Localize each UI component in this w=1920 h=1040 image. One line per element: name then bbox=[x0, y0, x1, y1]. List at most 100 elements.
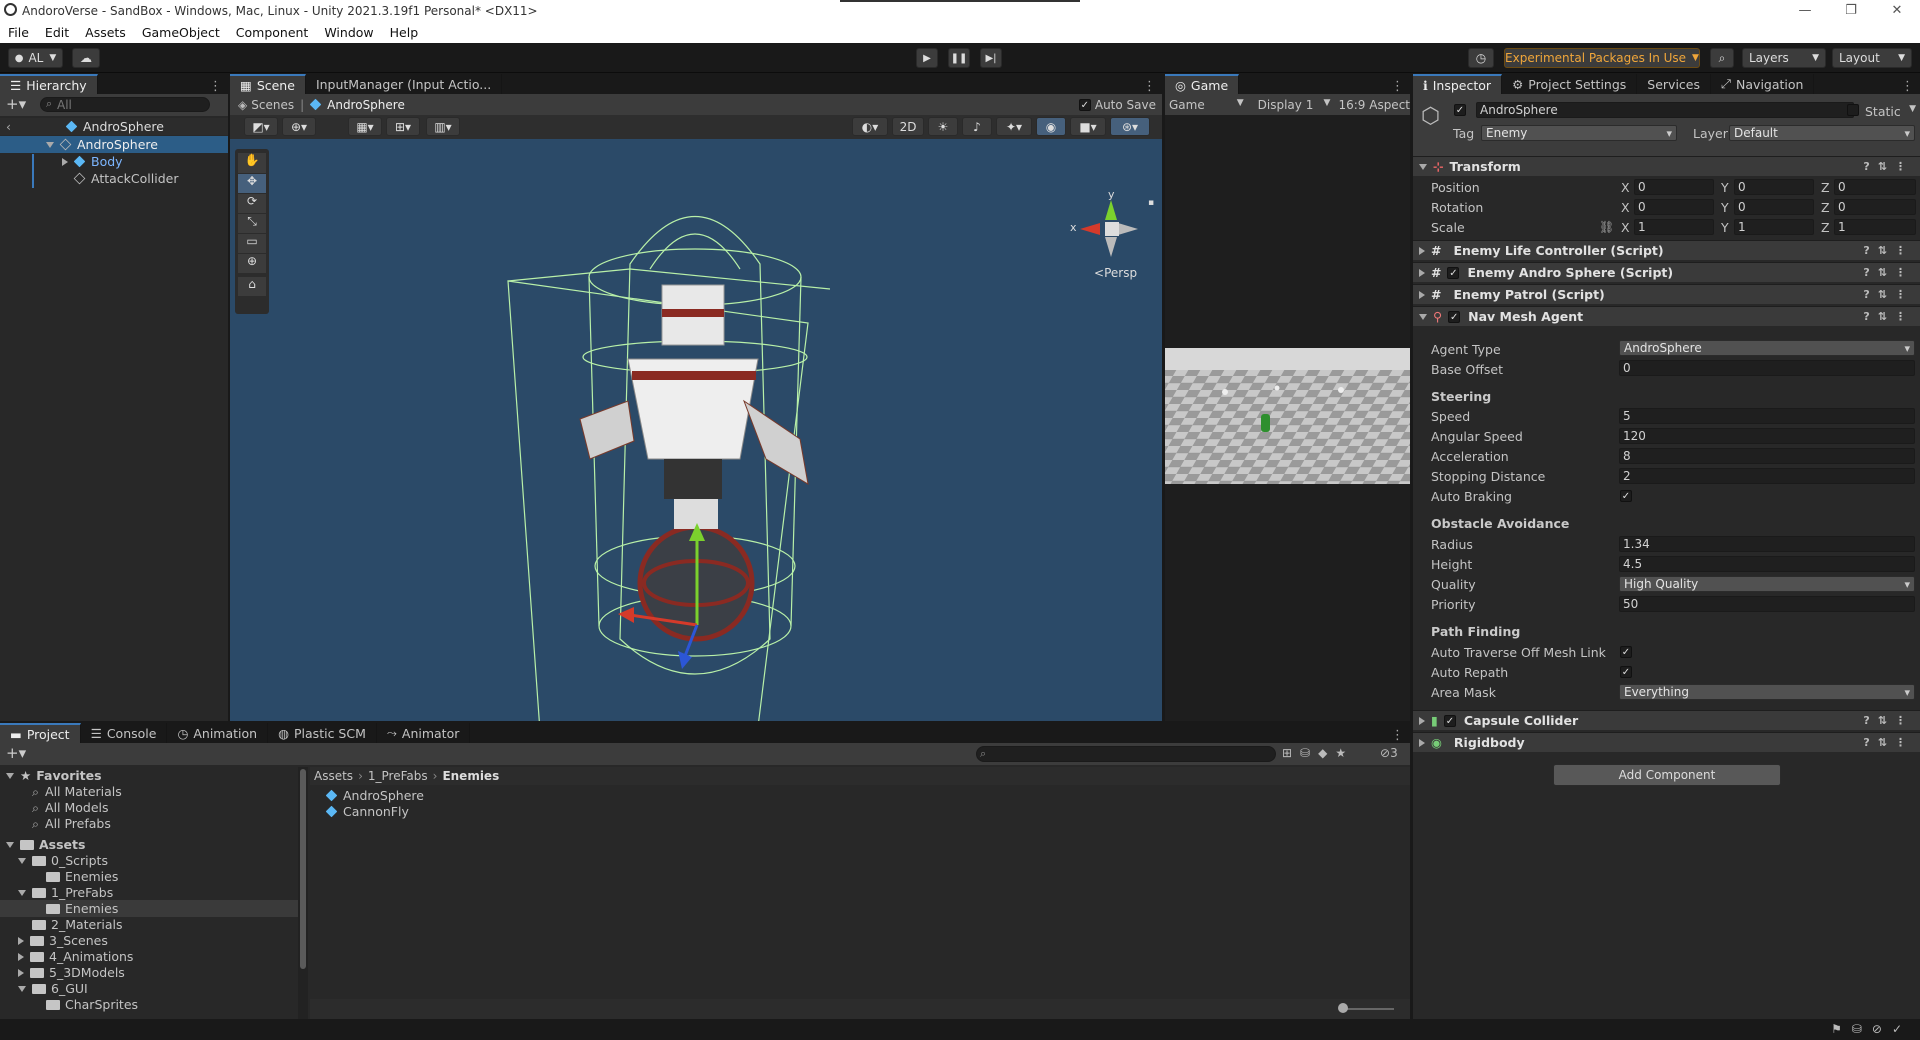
folder-3-scenes[interactable]: 3_Scenes bbox=[0, 932, 298, 949]
folder-4-animations[interactable]: 4_Animations bbox=[0, 948, 298, 965]
folder-scripts-enemies[interactable]: Enemies bbox=[0, 868, 298, 885]
history-button[interactable]: ◷ bbox=[1468, 48, 1494, 68]
effects-dropdown[interactable]: ✦▾ bbox=[996, 117, 1032, 136]
light-toggle[interactable]: ☀ bbox=[928, 117, 958, 136]
tree-scrollbar[interactable] bbox=[298, 767, 308, 1019]
layer-dropdown[interactable]: Default bbox=[1729, 125, 1915, 141]
draw-mode-dropdown[interactable]: ◩▾ bbox=[244, 117, 278, 136]
foldout-icon[interactable] bbox=[1419, 163, 1427, 170]
object-name-field[interactable]: AndroSphere bbox=[1476, 102, 1854, 118]
component-actions[interactable]: ?⇅⋮ bbox=[1863, 288, 1914, 301]
display-dropdown[interactable]: Display 1 ▼ bbox=[1258, 98, 1335, 112]
height-field[interactable]: 4.5 bbox=[1619, 556, 1915, 572]
foldout-icon[interactable] bbox=[1419, 738, 1425, 747]
component-actions[interactable]: ?⇅⋮ bbox=[1863, 160, 1914, 173]
hidden-packages-count[interactable]: ⊘3 bbox=[1380, 746, 1398, 760]
expand-arrow-icon[interactable] bbox=[18, 857, 26, 864]
component-actions[interactable]: ?⇅⋮ bbox=[1863, 736, 1914, 749]
cloud-button[interactable]: ☁ bbox=[72, 48, 100, 68]
create-asset-button[interactable]: +▾ bbox=[6, 744, 26, 762]
position-z-field[interactable]: 0 bbox=[1834, 179, 1916, 195]
tab-navigation[interactable]: ⤢ Navigation bbox=[1711, 74, 1815, 94]
persp-label[interactable]: <Persp bbox=[1094, 266, 1137, 280]
project-search-input[interactable]: ⌕ bbox=[976, 746, 1276, 762]
expand-arrow-icon[interactable] bbox=[46, 141, 54, 148]
tab-console[interactable]: ☰ Console bbox=[81, 723, 168, 743]
tab-hierarchy[interactable]: ☰ Hierarchy bbox=[0, 74, 98, 94]
tag-dropdown[interactable]: Enemy bbox=[1481, 125, 1677, 141]
hidden-toggle[interactable]: ◉ bbox=[1036, 117, 1066, 136]
pause-button[interactable]: ❚❚ bbox=[948, 48, 970, 68]
gizmos-dropdown[interactable]: ⊛▾ bbox=[1110, 117, 1150, 136]
asset-cannonfly[interactable]: CannonFly bbox=[325, 803, 526, 820]
auto-save-toggle[interactable]: ✓ Auto Save bbox=[1078, 98, 1156, 112]
close-button[interactable]: ✕ bbox=[1874, 0, 1920, 21]
tab-project-settings[interactable]: ⚙ Project Settings bbox=[1502, 74, 1638, 94]
breadcrumb-scenes[interactable]: Scenes bbox=[251, 98, 294, 112]
position-x-field[interactable]: 0 bbox=[1634, 179, 1714, 195]
tab-animation[interactable]: ◷ Animation bbox=[167, 723, 269, 743]
icon-size-slider-handle[interactable] bbox=[1338, 1003, 1348, 1013]
folder-0-scripts[interactable]: 0_Scripts bbox=[0, 852, 298, 869]
menu-gameobject[interactable]: GameObject bbox=[134, 25, 228, 40]
hierarchy-menu-icon[interactable]: ⋮ bbox=[209, 79, 222, 94]
add-component-button[interactable]: Add Component bbox=[1553, 764, 1781, 786]
expand-arrow-icon[interactable] bbox=[18, 985, 26, 992]
breadcrumb-prefab[interactable]: AndroSphere bbox=[327, 98, 405, 112]
speed-field[interactable]: 5 bbox=[1619, 408, 1915, 424]
collapse-arrow-icon[interactable] bbox=[62, 157, 68, 166]
folder-charsprites[interactable]: CharSprites bbox=[0, 996, 298, 1013]
play-button[interactable]: ▶ bbox=[916, 48, 938, 68]
stopping-distance-field[interactable]: 2 bbox=[1619, 468, 1915, 484]
component-actions[interactable]: ?⇅⋮ bbox=[1863, 310, 1914, 323]
expand-arrow-icon[interactable] bbox=[6, 772, 14, 779]
folder-6-gui[interactable]: 6_GUI bbox=[0, 980, 298, 997]
quality-dropdown[interactable]: High Quality bbox=[1619, 576, 1915, 592]
tab-services[interactable]: Services bbox=[1637, 74, 1712, 94]
tab-inspector[interactable]: ℹ Inspector bbox=[1413, 74, 1503, 94]
add-object-button[interactable]: +▾ bbox=[6, 95, 26, 113]
back-arrow-icon[interactable]: ‹ bbox=[6, 119, 11, 134]
maximize-button[interactable]: ❐ bbox=[1828, 0, 1874, 21]
capsule-collider-header[interactable]: ▮ ✓ Capsule Collider ?⇅⋮ bbox=[1413, 710, 1920, 730]
menu-assets[interactable]: Assets bbox=[77, 25, 134, 40]
menu-help[interactable]: Help bbox=[382, 25, 427, 40]
folder-prefabs-enemies[interactable]: Enemies bbox=[0, 900, 298, 917]
favorites-header[interactable]: ★ Favorites bbox=[0, 767, 298, 784]
favorite-all-materials[interactable]: ⌕ All Materials bbox=[0, 783, 298, 800]
nav-mesh-agent-header[interactable]: ⚲ ✓ Nav Mesh Agent ?⇅⋮ bbox=[1413, 306, 1920, 326]
priority-field[interactable]: 50 bbox=[1619, 596, 1915, 612]
camera-dropdown[interactable]: ■▾ bbox=[1070, 117, 1106, 136]
increment-dropdown[interactable]: ▥▾ bbox=[426, 117, 460, 136]
static-checkbox[interactable] bbox=[1847, 104, 1859, 116]
position-y-field[interactable]: 0 bbox=[1734, 179, 1814, 195]
icon-size-slider[interactable] bbox=[1340, 1008, 1394, 1010]
tab-plastic-scm[interactable]: ◍ Plastic SCM bbox=[268, 723, 377, 743]
foldout-icon[interactable] bbox=[1419, 268, 1425, 277]
layers-dropdown[interactable]: Layers ▼ bbox=[1742, 48, 1826, 68]
snap-dropdown[interactable]: ⊞▾ bbox=[386, 117, 420, 136]
inspector-menu-icon[interactable]: ⋮ bbox=[1901, 79, 1914, 94]
folder-1-prefabs[interactable]: 1_PreFabs bbox=[0, 884, 298, 901]
breadcrumb-assets[interactable]: Assets bbox=[314, 769, 353, 783]
breadcrumb-prefabs[interactable]: 1_PreFabs bbox=[368, 769, 428, 783]
static-dropdown-icon[interactable]: ▼ bbox=[1909, 104, 1916, 114]
menu-window[interactable]: Window bbox=[316, 25, 381, 40]
lock-icon[interactable]: ▪ bbox=[1148, 198, 1154, 208]
rigidbody-header[interactable]: ◉ Rigidbody ?⇅⋮ bbox=[1413, 732, 1920, 752]
scene-header[interactable]: ‹ AndroSphere bbox=[0, 118, 228, 135]
tab-game[interactable]: ◎ Game bbox=[1165, 74, 1240, 94]
grid-dropdown[interactable]: ▦▾ bbox=[348, 117, 382, 136]
component-actions[interactable]: ?⇅⋮ bbox=[1863, 266, 1914, 279]
tab-animator[interactable]: ⤳ Animator bbox=[377, 723, 471, 743]
hierarchy-item-androsphere[interactable]: AndroSphere bbox=[0, 136, 228, 153]
game-viewport[interactable] bbox=[1165, 348, 1410, 484]
scale-x-field[interactable]: 1 bbox=[1634, 219, 1714, 235]
radius-field[interactable]: 1.34 bbox=[1619, 536, 1915, 552]
rotation-y-field[interactable]: 0 bbox=[1734, 199, 1814, 215]
layout-dropdown[interactable]: Layout ▼ bbox=[1832, 48, 1912, 68]
scale-y-field[interactable]: 1 bbox=[1734, 219, 1814, 235]
component-actions[interactable]: ?⇅⋮ bbox=[1863, 244, 1914, 257]
aspect-dropdown[interactable]: 16:9 Aspect bbox=[1338, 98, 1410, 112]
search-button[interactable]: ⌕ bbox=[1710, 48, 1734, 68]
